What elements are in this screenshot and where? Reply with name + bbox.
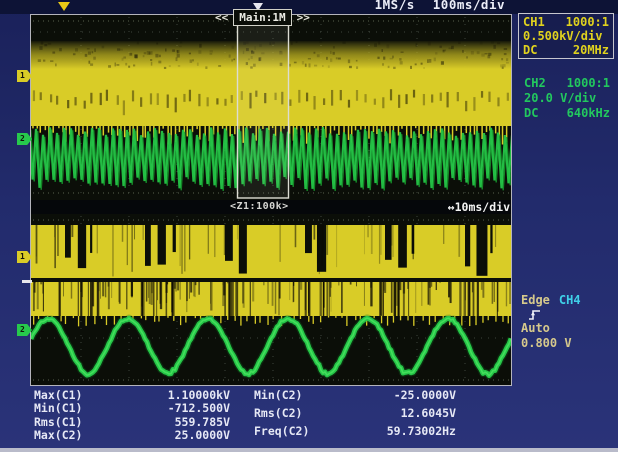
measurement-panel: Max(C1)1.10000kV Min(C1)-712.500V Rms(C1…	[34, 389, 456, 443]
main-window-label: << Main:1M >>	[215, 9, 310, 26]
oscilloscope-screen: 1MS/s 100ms/div << Main:1M >> <Z1:100k> …	[0, 0, 618, 452]
measurement-label: Max(C2)	[34, 429, 120, 442]
measurement-value: 559.785V	[120, 416, 230, 429]
ch2-coupling: DC	[524, 106, 538, 121]
zoom-factor-label: <Z1:100k>	[230, 201, 289, 212]
measurement-label: Rms(C1)	[34, 416, 120, 429]
marker-triangle-yellow-icon	[58, 2, 70, 11]
ch2-bandwidth: 640kHz	[567, 106, 610, 121]
ch1-probe: 1000:1	[566, 15, 609, 29]
main-window	[31, 15, 511, 201]
measurement-value: 59.73002Hz	[340, 425, 456, 443]
main-waveform-display	[31, 15, 511, 199]
ch1-name: CH1	[523, 15, 545, 29]
main-record-label[interactable]: Main:1M	[233, 9, 291, 26]
left-edge-tick-marker[interactable]	[22, 280, 32, 283]
measurement-label: Min(C2)	[254, 389, 340, 407]
ch1-info-box[interactable]: CH1 1000:1 0.500kV/div DC 20MHz	[518, 13, 614, 59]
ch1-coupling: DC	[523, 43, 537, 57]
zoom-window-box[interactable]	[238, 16, 289, 198]
zoom-timebase-label: ↔10ms/div	[448, 200, 510, 214]
zoom-timebase-value: 10ms/div	[455, 200, 510, 214]
measurement-value: 12.6045V	[340, 407, 456, 425]
measurement-column-2: Min(C2)-25.0000V Rms(C2)12.6045V Freq(C2…	[254, 389, 456, 443]
main-timebase-label: 100ms/div	[433, 0, 505, 12]
ch1-bandwidth: 20MHz	[573, 43, 609, 57]
trigger-type-label: Edge	[521, 293, 550, 307]
zoom-window	[31, 214, 511, 385]
measurement-value: 1.10000kV	[120, 389, 230, 402]
chevron-left-icon[interactable]: <<	[215, 11, 228, 24]
chevron-right-icon[interactable]: >>	[297, 11, 310, 24]
acquisition-info: 1MS/s 100ms/div	[375, 0, 505, 12]
rising-edge-icon	[528, 309, 541, 321]
trigger-info-box[interactable]: Edge CH4 Auto 0.800 V	[521, 293, 581, 352]
cropped-status-text	[3, 1, 59, 9]
ch2-name: CH2	[524, 76, 546, 91]
measurement-label: Freq(C2)	[254, 425, 340, 443]
trigger-mode-label: Auto	[521, 321, 581, 337]
zoom-info-strip: <Z1:100k> ↔10ms/div	[31, 200, 511, 214]
sample-rate-label: 1MS/s	[375, 0, 415, 12]
trigger-level-label: 0.800 V	[521, 336, 581, 352]
ch1-scale: 0.500kV/div	[523, 29, 609, 43]
measurement-label: Rms(C2)	[254, 407, 340, 425]
measurement-label: Max(C1)	[34, 389, 120, 402]
ch2-scale: 20.0 V/div	[524, 91, 610, 106]
ch2-probe: 1000:1	[567, 76, 610, 91]
ch2-info-box[interactable]: CH2 1000:1 20.0 V/div DC 640kHz	[519, 75, 615, 122]
trigger-source-label: CH4	[559, 293, 581, 307]
measurement-value: 25.0000V	[120, 429, 230, 442]
graticule-container: << Main:1M >> <Z1:100k> ↔10ms/div	[30, 14, 512, 386]
measurement-value: -25.0000V	[340, 389, 456, 407]
arrows-icon: ↔	[448, 200, 455, 214]
measurement-value: -712.500V	[120, 402, 230, 415]
measurement-column-1: Max(C1)1.10000kV Min(C1)-712.500V Rms(C1…	[34, 389, 230, 443]
zoom-waveform-display	[31, 214, 511, 385]
bottom-bezel-strip	[0, 448, 618, 452]
measurement-label: Min(C1)	[34, 402, 120, 415]
